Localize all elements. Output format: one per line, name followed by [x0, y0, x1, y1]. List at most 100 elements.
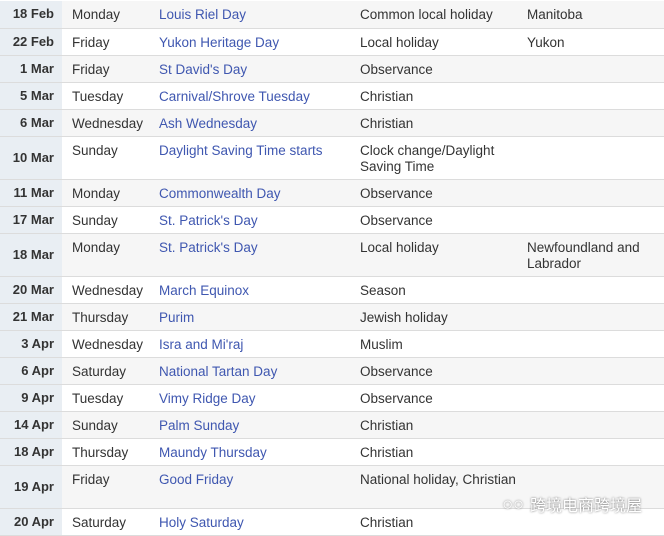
table-row: 3 Apr Wednesday Isra and Mi'raj Muslim	[0, 330, 664, 358]
date-cell: 9 Apr	[0, 384, 62, 412]
holiday-name-link[interactable]: National Tartan Day	[159, 357, 360, 385]
holiday-name-link[interactable]: Louis Riel Day	[159, 1, 360, 29]
region-cell: Newfoundland and Labrador	[527, 233, 664, 277]
holiday-name-link[interactable]: Daylight Saving Time starts	[159, 136, 360, 180]
table-row: 20 Mar Wednesday March Equinox Season	[0, 276, 664, 304]
date-cell: 6 Mar	[0, 109, 62, 137]
region-cell	[527, 276, 664, 304]
region-cell	[527, 411, 664, 439]
date-cell: 20 Apr	[0, 508, 62, 536]
type-cell: Christian	[360, 109, 527, 137]
holiday-name-link[interactable]: Carnival/Shrove Tuesday	[159, 82, 360, 110]
date-cell: 20 Mar	[0, 276, 62, 304]
table-row: 11 Mar Monday Commonwealth Day Observance	[0, 179, 664, 207]
date-cell: 3 Apr	[0, 330, 62, 358]
type-cell: Observance	[360, 384, 527, 412]
date-cell: 22 Feb	[0, 28, 62, 56]
date-cell: 14 Apr	[0, 411, 62, 439]
holiday-name-link[interactable]: March Equinox	[159, 276, 360, 304]
holiday-name-link[interactable]: Holy Saturday	[159, 508, 360, 536]
date-cell: 10 Mar	[0, 136, 62, 180]
table-row: 21 Mar Thursday Purim Jewish holiday	[0, 303, 664, 331]
table-row: 18 Mar Monday St. Patrick's Day Local holid…	[0, 233, 664, 277]
wechat-icon: ○○	[502, 493, 524, 514]
type-cell: Jewish holiday	[360, 303, 527, 331]
table-row: 22 Feb Friday Yukon Heritage Day Local holi…	[0, 28, 664, 56]
date-cell: 5 Mar	[0, 82, 62, 110]
table-row: 9 Apr Tuesday Vimy Ridge Day Observance	[0, 384, 664, 412]
region-cell	[527, 357, 664, 385]
watermark-text: 跨境电商跨境屋	[529, 498, 642, 515]
region-cell	[527, 438, 664, 466]
watermark: ○○ 跨境电商跨境屋	[502, 492, 642, 516]
type-cell: Muslim	[360, 330, 527, 358]
type-cell: Christian	[360, 411, 527, 439]
holiday-name-link[interactable]: St. Patrick's Day	[159, 206, 360, 234]
day-cell: Friday	[62, 465, 159, 509]
table-row: 18 Apr Thursday Maundy Thursday Christian	[0, 438, 664, 466]
day-cell: Sunday	[62, 136, 159, 180]
date-cell: 17 Mar	[0, 206, 62, 234]
holiday-table: 18 Feb Monday Louis Riel Day Common local h…	[0, 1, 664, 536]
day-cell: Monday	[62, 1, 159, 29]
holiday-name-link[interactable]: Good Friday	[159, 465, 360, 509]
day-cell: Wednesday	[62, 276, 159, 304]
day-cell: Tuesday	[62, 384, 159, 412]
holiday-name-link[interactable]: Vimy Ridge Day	[159, 384, 360, 412]
type-cell: Season	[360, 276, 527, 304]
holiday-name-link[interactable]: Commonwealth Day	[159, 179, 360, 207]
day-cell: Sunday	[62, 411, 159, 439]
region-cell	[527, 303, 664, 331]
day-cell: Thursday	[62, 303, 159, 331]
date-cell: 18 Mar	[0, 233, 62, 277]
day-cell: Tuesday	[62, 82, 159, 110]
type-cell: Observance	[360, 357, 527, 385]
type-cell: Christian	[360, 82, 527, 110]
holiday-name-link[interactable]: Ash Wednesday	[159, 109, 360, 137]
type-cell: Clock change/Daylight Saving Time	[360, 136, 527, 180]
region-cell	[527, 384, 664, 412]
region-cell	[527, 82, 664, 110]
day-cell: Saturday	[62, 357, 159, 385]
holiday-name-link[interactable]: Palm Sunday	[159, 411, 360, 439]
date-cell: 21 Mar	[0, 303, 62, 331]
table-row: 17 Mar Sunday St. Patrick's Day Observance	[0, 206, 664, 234]
region-cell	[527, 109, 664, 137]
day-cell: Saturday	[62, 508, 159, 536]
day-cell: Wednesday	[62, 109, 159, 137]
table-row: 6 Apr Saturday National Tartan Day Observan…	[0, 357, 664, 385]
type-cell: Local holiday	[360, 28, 527, 56]
holiday-name-link[interactable]: Isra and Mi'raj	[159, 330, 360, 358]
type-cell: Common local holiday	[360, 1, 527, 29]
region-cell	[527, 55, 664, 83]
region-cell	[527, 206, 664, 234]
day-cell: Thursday	[62, 438, 159, 466]
holiday-name-link[interactable]: Maundy Thursday	[159, 438, 360, 466]
date-cell: 18 Apr	[0, 438, 62, 466]
day-cell: Monday	[62, 179, 159, 207]
holiday-name-link[interactable]: St David's Day	[159, 55, 360, 83]
date-cell: 18 Feb	[0, 1, 62, 29]
type-cell: Observance	[360, 55, 527, 83]
holiday-name-link[interactable]: Purim	[159, 303, 360, 331]
day-cell: Friday	[62, 28, 159, 56]
region-cell	[527, 179, 664, 207]
type-cell: Local holiday	[360, 233, 527, 277]
day-cell: Wednesday	[62, 330, 159, 358]
date-cell: 19 Apr	[0, 465, 62, 509]
table-row: 5 Mar Tuesday Carnival/Shrove Tuesday Chris…	[0, 82, 664, 110]
region-cell: Manitoba	[527, 1, 664, 29]
date-cell: 6 Apr	[0, 357, 62, 385]
type-cell: Observance	[360, 206, 527, 234]
holiday-name-link[interactable]: St. Patrick's Day	[159, 233, 360, 277]
date-cell: 11 Mar	[0, 179, 62, 207]
date-cell: 1 Mar	[0, 55, 62, 83]
type-cell: Observance	[360, 179, 527, 207]
region-cell	[527, 136, 664, 180]
table-row: 10 Mar Sunday Daylight Saving Time starts C…	[0, 136, 664, 180]
table-row: 1 Mar Friday St David's Day Observance	[0, 55, 664, 83]
table-row: 6 Mar Wednesday Ash Wednesday Christian	[0, 109, 664, 137]
holiday-name-link[interactable]: Yukon Heritage Day	[159, 28, 360, 56]
day-cell: Friday	[62, 55, 159, 83]
day-cell: Monday	[62, 233, 159, 277]
